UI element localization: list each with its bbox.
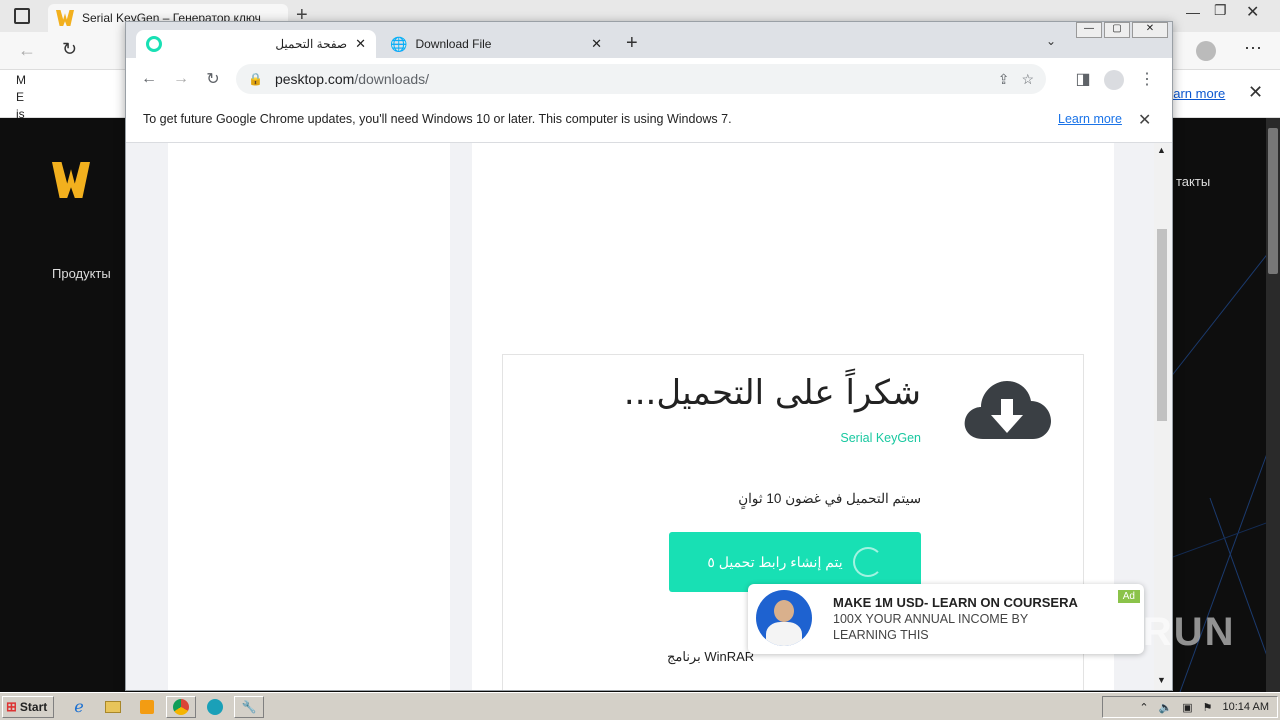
ad-avatar [756,590,812,646]
clock[interactable]: 10:14 AM [1223,701,1269,713]
background-scrollbar[interactable] [1266,118,1280,692]
refresh-icon[interactable]: ↻ [62,39,77,60]
info-message: To get future Google Chrome updates, you… [143,112,732,126]
page-subtitle[interactable]: Serial KeyGen [840,431,921,445]
countdown-text: سيتم التحميل في غضون 10 ثوانٍ [738,491,921,506]
url-host: pesktop.com [274,71,355,87]
tab-download-page[interactable]: صفحة التحميل ✕ [136,30,376,58]
page-title: شكراً على التحميل... [623,373,921,413]
left-column [168,143,450,690]
ad-body: 100X YOUR ANNUAL INCOME BY LEARNING THIS [833,612,1028,642]
media-player-icon[interactable] [132,696,162,718]
url-path: /downloads/ [354,71,430,87]
tray-expand-icon[interactable]: ⌃ [1139,701,1148,714]
volume-icon[interactable]: 🔈 [1159,701,1173,714]
side-panel-icon[interactable]: ◨ [1068,64,1098,94]
update-info-bar: To get future Google Chrome updates, you… [126,100,1172,143]
close-window-icon[interactable]: ✕ [1246,2,1259,22]
start-label: Start [19,700,48,714]
serial-keygen-logo-icon [56,10,74,26]
close-tab-icon[interactable]: ✕ [591,36,602,52]
nav-products[interactable]: Продукты [52,266,111,281]
ie-icon[interactable]: ℯ [64,696,94,718]
lock-icon: 🔒 [248,72,263,86]
profile-icon[interactable] [1104,70,1124,90]
tab-search-icon[interactable]: ⌄ [1046,34,1056,48]
scroll-down-icon[interactable]: ▼ [1157,675,1166,685]
close-window-icon[interactable]: ✕ [1132,22,1168,38]
chrome-toolbar: ← → ↻ 🔒 pesktop.com/downloads/ ⇪ ☆ ◨ ⋮ [126,58,1172,100]
flag-icon[interactable]: ⚑ [1203,701,1213,714]
profile-avatar[interactable] [1196,41,1216,61]
loading-spinner-icon [852,547,883,577]
learn-more-link[interactable]: Learn more [1058,112,1122,126]
network-icon[interactable]: ▣ [1182,701,1192,714]
tool-icon[interactable]: 🔧 [234,696,264,718]
windows-logo-icon: ⊞ [6,699,17,714]
minimize-icon[interactable]: — [1076,22,1102,38]
download-button-label: يتم إنشاء رابط تحميل ٥ [707,553,843,570]
scroll-up-icon[interactable]: ▲ [1157,145,1166,155]
learn-more-link[interactable]: earn more [1166,86,1225,101]
side-text: E [16,90,25,104]
chrome-menu-icon[interactable]: ⋮ [1132,64,1162,94]
back-icon[interactable]: ← [134,64,164,94]
chrome-scrollbar[interactable]: ▲ ▼ [1154,143,1170,690]
bookmark-star-icon[interactable]: ☆ [1021,71,1034,88]
omnibox[interactable]: 🔒 pesktop.com/downloads/ ⇪ ☆ [236,64,1046,94]
ad-headline: MAKE 1M USD- LEARN ON COURSERA [833,595,1078,610]
side-text: M [16,73,26,87]
system-tray: ⌃ 🔈 ▣ ⚑ 10:14 AM [1102,696,1278,718]
anyrun-watermark: ANY RUN [1040,610,1236,654]
pesktop-icon [146,36,162,52]
chrome-taskbar-icon[interactable] [166,696,196,718]
download-button[interactable]: يتم إنشاء رابط تحميل ٥ [669,532,921,592]
start-button[interactable]: ⊞ Start [2,696,54,718]
winrar-text: برنامج WinRAR [667,649,755,664]
maximize-icon[interactable]: ▢ [1104,22,1130,38]
edge-icon[interactable] [200,696,230,718]
close-info-icon[interactable]: ✕ [1248,82,1263,103]
cloud-download-icon [964,381,1051,439]
globe-icon: 🌐 [390,35,408,52]
back-icon[interactable]: ← [18,40,36,61]
decorative-lines [1170,237,1280,692]
minimize-icon[interactable]: — [1186,4,1200,20]
more-menu-icon[interactable]: ⋯ [1244,38,1262,59]
window-controls: — ▢ ✕ [1076,22,1168,40]
tab-download-file[interactable]: 🌐 Download File ✕ [380,30,612,58]
ad-badge: Ad [1117,590,1140,603]
new-tab-icon[interactable]: + [626,32,638,55]
chrome-tab-bar: صفحة التحميل ✕ 🌐 Download File ✕ + ⌄ — ▢… [126,22,1172,58]
forward-icon[interactable]: → [166,64,196,94]
tab-download-file-label: Download File [415,37,492,51]
scroll-thumb[interactable] [1157,229,1167,421]
nav-contacts[interactable]: такты [1176,174,1210,189]
tab-actions-icon[interactable] [14,8,30,24]
brand-logo-icon[interactable] [52,162,90,198]
close-info-icon[interactable]: ✕ [1138,110,1151,130]
taskbar: ⊞ Start ℯ 🔧 ⌃ 🔈 ▣ ⚑ 10:14 AM [0,692,1280,720]
close-tab-icon[interactable]: ✕ [355,36,366,52]
explorer-icon[interactable] [98,696,128,718]
reload-icon[interactable]: ↻ [198,64,228,94]
restore-icon[interactable]: ❐ [1214,2,1227,19]
tab-download-page-label: صفحة التحميل [275,37,348,51]
share-icon[interactable]: ⇪ [998,71,1010,88]
